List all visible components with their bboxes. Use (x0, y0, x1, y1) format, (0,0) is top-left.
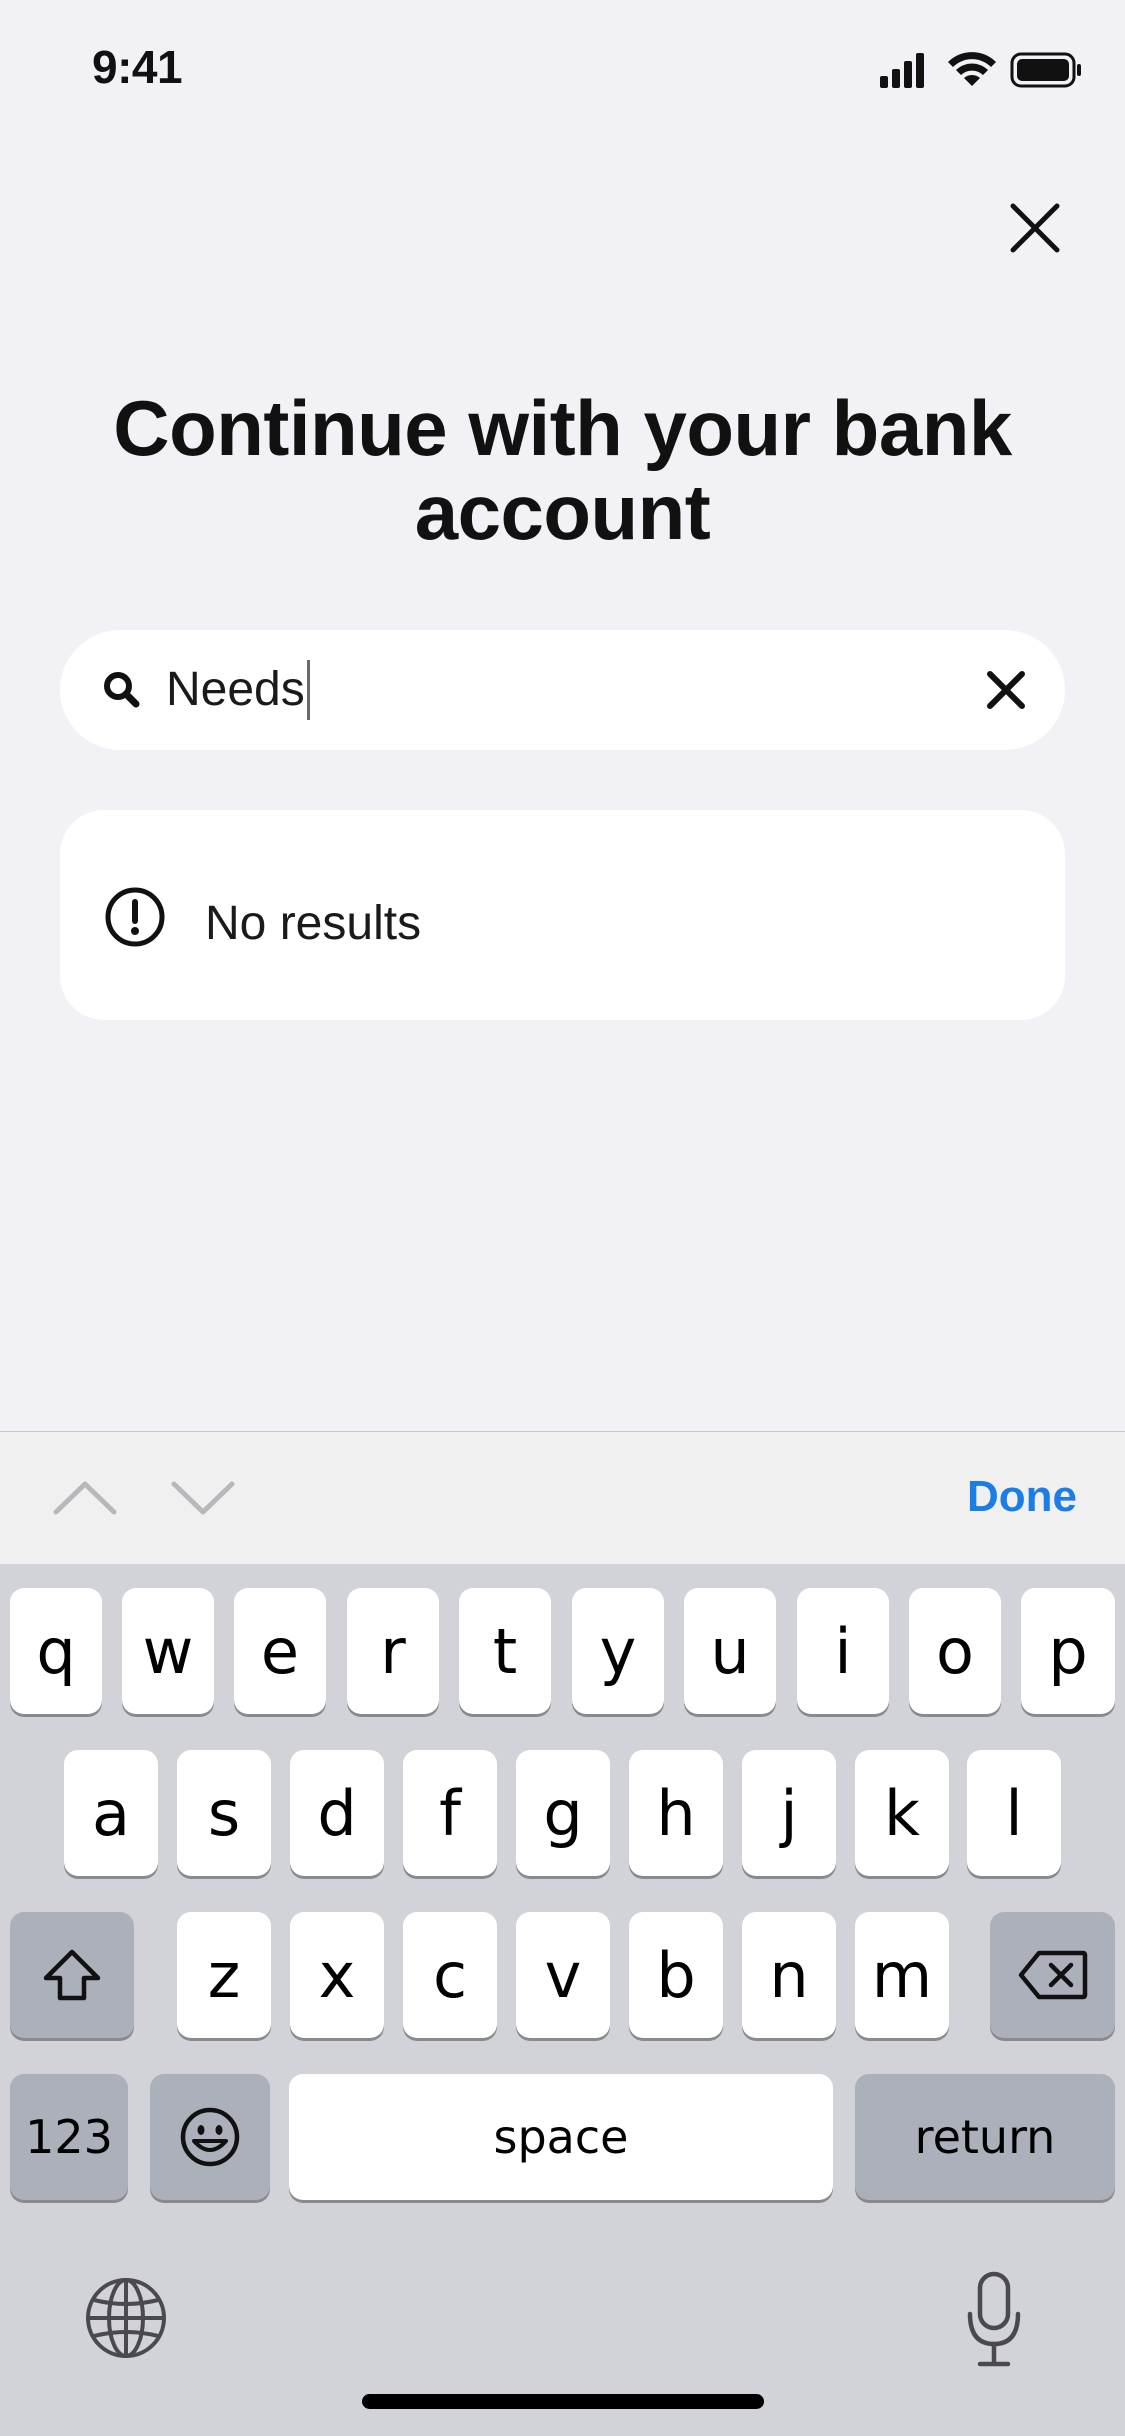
emoji-key[interactable] (150, 2074, 270, 2200)
key-j[interactable]: j (742, 1750, 836, 1876)
return-key[interactable]: return (855, 2074, 1115, 2200)
shift-icon (43, 1949, 101, 2001)
key-s[interactable]: s (177, 1750, 271, 1876)
results-card: No results (60, 810, 1065, 1020)
key-v[interactable]: v (516, 1912, 610, 2038)
status-time: 9:41 (92, 41, 183, 93)
chevron-down-icon[interactable] (168, 1474, 238, 1520)
key-p[interactable]: p (1021, 1588, 1115, 1714)
text-caret (306, 660, 310, 720)
key-r[interactable]: r (347, 1588, 439, 1714)
clear-icon[interactable] (980, 664, 1032, 716)
globe-icon[interactable] (84, 2276, 168, 2360)
key-k[interactable]: k (855, 1750, 949, 1876)
space-key[interactable]: space (289, 2074, 833, 2200)
no-results-message: No results (205, 897, 422, 950)
wifi-icon (948, 52, 996, 86)
key-z[interactable]: z (177, 1912, 271, 2038)
done-button[interactable]: Done (967, 1472, 1077, 1522)
key-i[interactable]: i (797, 1588, 889, 1714)
key-y[interactable]: y (572, 1588, 664, 1714)
key-x[interactable]: x (290, 1912, 384, 2038)
key-u[interactable]: u (684, 1588, 776, 1714)
search-input[interactable]: Needs (60, 630, 1065, 750)
numbers-key[interactable]: 123 (10, 2074, 128, 2200)
key-g[interactable]: g (516, 1750, 610, 1876)
microphone-icon[interactable] (964, 2270, 1024, 2370)
key-o[interactable]: o (909, 1588, 1001, 1714)
key-l[interactable]: l (967, 1750, 1061, 1876)
delete-key[interactable] (990, 1912, 1115, 2038)
key-c[interactable]: c (403, 1912, 497, 2038)
emoji-icon (180, 2107, 240, 2167)
key-b[interactable]: b (629, 1912, 723, 2038)
close-icon[interactable] (999, 192, 1071, 264)
chevron-up-icon[interactable] (50, 1474, 120, 1520)
shift-key[interactable] (10, 1912, 134, 2038)
key-a[interactable]: a (64, 1750, 158, 1876)
delete-icon (1018, 1950, 1087, 2000)
search-value[interactable]: Needs (166, 660, 310, 720)
cellular-signal-icon (880, 53, 924, 88)
key-d[interactable]: d (290, 1750, 384, 1876)
key-e[interactable]: e (234, 1588, 326, 1714)
home-indicator (362, 2394, 764, 2409)
alert-icon (105, 887, 165, 947)
key-q[interactable]: q (10, 1588, 102, 1714)
key-n[interactable]: n (742, 1912, 836, 2038)
key-f[interactable]: f (403, 1750, 497, 1876)
key-t[interactable]: t (459, 1588, 551, 1714)
status-icons (880, 52, 1081, 88)
search-icon (104, 672, 140, 708)
key-h[interactable]: h (629, 1750, 723, 1876)
keyboard-accessory-bar: Done (0, 1431, 1125, 1564)
keyboard: q w e r t y u i o p a s d f g h j k l z … (0, 1564, 1125, 2436)
page-title: Continue with your bank account (113, 384, 1012, 556)
key-m[interactable]: m (855, 1912, 949, 2038)
key-w[interactable]: w (122, 1588, 214, 1714)
battery-icon (1010, 52, 1081, 88)
